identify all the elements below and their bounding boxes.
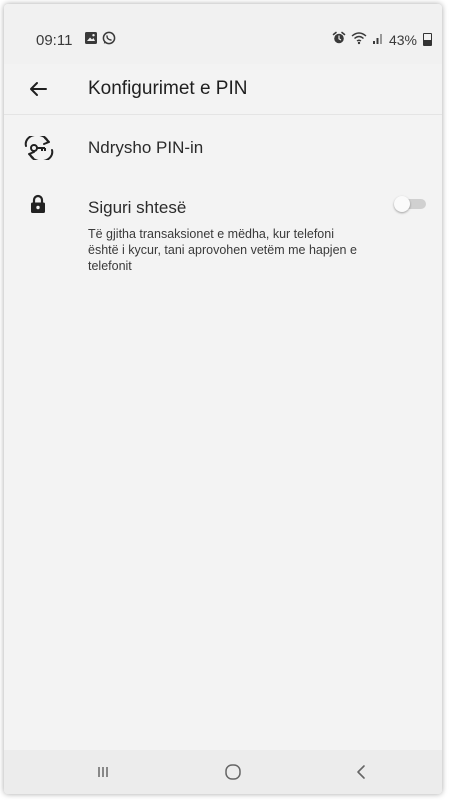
notification-icons [84, 31, 116, 50]
change-pin-row[interactable]: Ndrysho PIN-in [4, 116, 442, 178]
extra-security-toggle[interactable] [394, 196, 426, 212]
extra-security-label: Siguri shtesë [88, 198, 187, 217]
home-button[interactable] [218, 760, 248, 784]
recents-icon [98, 767, 108, 777]
gallery-notification-icon [84, 31, 98, 50]
back-button[interactable] [24, 76, 52, 102]
signal-icon [372, 32, 384, 48]
alarm-icon [332, 31, 346, 48]
status-indicators: 43% [332, 31, 432, 48]
phone-screen: 09:11 43% Konfigurimet e PIN Ndrysho PIN… [4, 4, 442, 794]
wifi-icon [351, 31, 367, 48]
back-icon [357, 765, 365, 779]
app-bar: Konfigurimet e PIN [4, 64, 442, 115]
recents-button[interactable] [88, 760, 118, 784]
battery-percentage: 43% [388, 31, 417, 48]
arrow-left-icon [30, 82, 47, 96]
navigation-bar [4, 750, 442, 794]
extra-security-description: Të gjitha transaksionet e mëdha, kur tel… [88, 227, 357, 273]
home-icon [225, 764, 241, 780]
key-rotate-icon [22, 133, 56, 165]
whatsapp-notification-icon [102, 31, 116, 50]
status-time: 09:11 [36, 32, 73, 49]
extra-security-row: Siguri shtesë Të gjitha transaksionet e … [4, 188, 442, 298]
toggle-thumb [394, 196, 410, 212]
system-back-button[interactable] [346, 760, 376, 784]
battery-icon [423, 33, 432, 46]
change-pin-label: Ndrysho PIN-in [88, 138, 204, 157]
lock-icon [30, 194, 46, 219]
page-title: Konfigurimet e PIN [88, 78, 248, 99]
